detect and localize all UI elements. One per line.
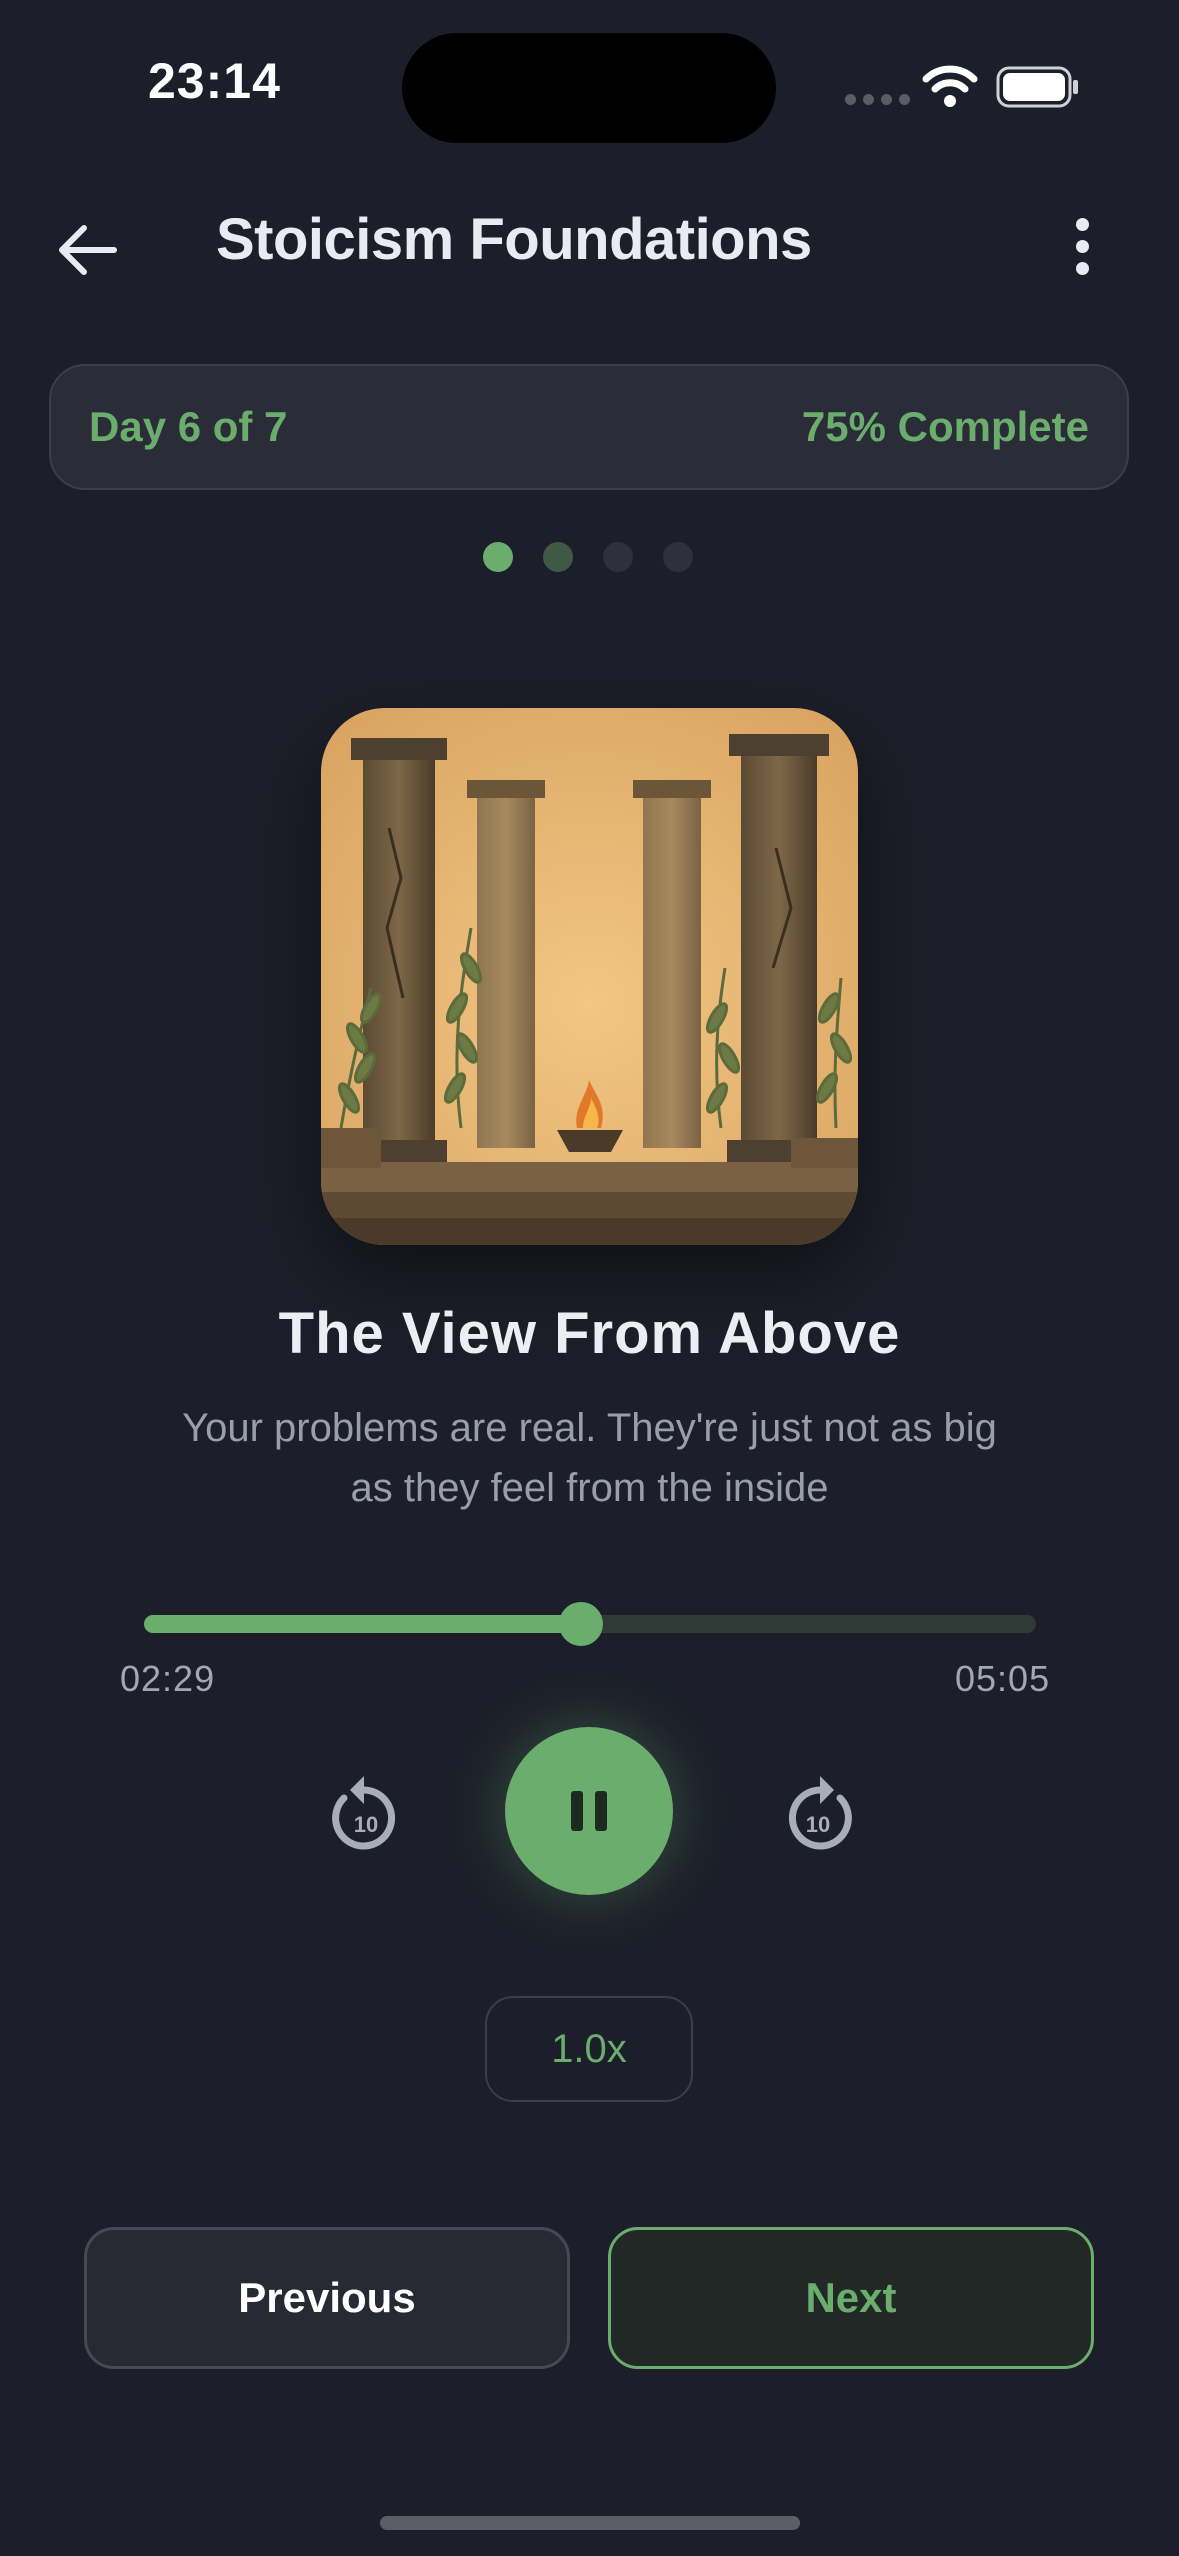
next-button[interactable]: Next [608, 2227, 1094, 2369]
total-time: 05:05 [955, 1658, 1051, 1699]
page-indicator [483, 542, 693, 572]
day-label: Day 6 of 7 [89, 403, 288, 450]
pause-icon [571, 1791, 607, 1831]
track-title: The View From Above [278, 1301, 901, 1366]
page-dot-2[interactable] [543, 542, 573, 572]
previous-button[interactable]: Previous [84, 2227, 570, 2369]
seek-bar-thumb[interactable] [559, 1602, 604, 1646]
battery-icon [996, 66, 1078, 108]
cellular-signal-icon [845, 94, 910, 105]
complete-label: 75% Complete [801, 403, 1089, 450]
seek-bar[interactable] [144, 1602, 1036, 1646]
page-title: Stoicism Foundations [216, 207, 812, 272]
skip-forward-10-icon[interactable]: 10 [782, 1768, 858, 1852]
page-dot-3[interactable] [603, 542, 633, 572]
skip-back-10-icon[interactable]: 10 [326, 1768, 402, 1852]
home-indicator [380, 2516, 800, 2530]
more-options-icon[interactable] [1060, 218, 1104, 284]
back-arrow-icon[interactable] [52, 218, 122, 282]
dynamic-island [402, 33, 776, 143]
elapsed-time: 02:29 [120, 1658, 216, 1699]
skip-back-seconds: 10 [354, 1812, 378, 1837]
pause-button[interactable] [505, 1727, 673, 1895]
track-description: Your problems are real. They're just not… [182, 1406, 997, 1510]
page-dot-1[interactable] [483, 542, 513, 572]
track-artwork [321, 708, 858, 1245]
wifi-icon [922, 65, 978, 107]
player-screen: 23:14 Stoicism Foundations Day 6 of 7 75… [0, 0, 1179, 2556]
page-dot-4[interactable] [663, 542, 693, 572]
playback-speed-button[interactable]: 1.0x [485, 1996, 693, 2102]
seek-bar-fill [144, 1615, 582, 1633]
course-progress-card: Day 6 of 7 75% Complete [49, 364, 1129, 490]
status-time: 23:14 [148, 53, 281, 109]
skip-forward-seconds: 10 [806, 1812, 830, 1837]
